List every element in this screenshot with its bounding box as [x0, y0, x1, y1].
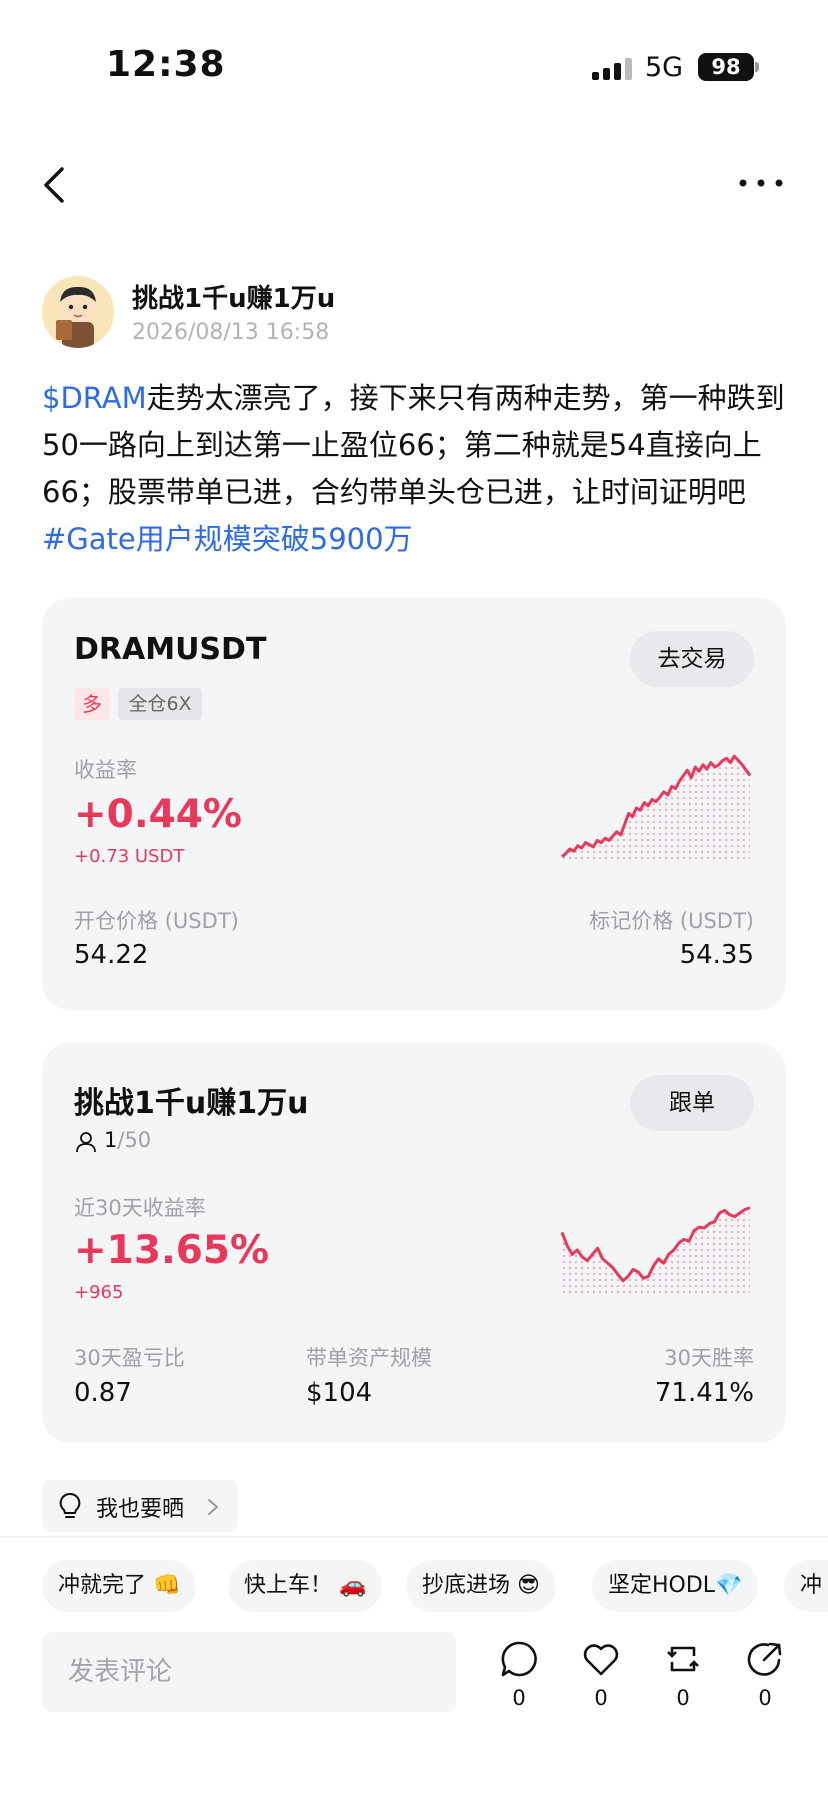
mark-price-label: 标记价格 (USDT)	[589, 909, 754, 933]
user-icon	[76, 1132, 96, 1153]
hashtag-link[interactable]: #Gate用户规模突破5900万	[42, 522, 413, 556]
mark-price: 54.35	[679, 940, 754, 970]
stat-label-pnl-ratio: 30天盈亏比	[74, 1346, 185, 1370]
side-badge: 多	[74, 688, 110, 720]
quick-reply-chip[interactable]: 抄底进场 😎	[406, 1560, 556, 1612]
stat-label-win-rate: 30天胜率	[664, 1346, 754, 1370]
comment-count: 0	[512, 1686, 526, 1710]
share-label: 我也要晒	[96, 1497, 185, 1522]
share-count: 0	[758, 1686, 772, 1710]
quick-reply-chip[interactable]: 快上车！ 🚗	[228, 1560, 383, 1612]
pnl-amount: +0.73 USDT	[74, 846, 185, 867]
entry-price: 54.22	[74, 940, 149, 970]
pnl-rate-label: 收益率	[74, 758, 137, 782]
author-name[interactable]: 挑战1千u赚1万u	[132, 278, 335, 315]
divider	[0, 1536, 828, 1538]
position-sparkline	[561, 754, 752, 862]
repost-count: 0	[676, 1686, 690, 1710]
follower-capacity: /50	[117, 1128, 152, 1152]
trade-button[interactable]: 去交易	[630, 631, 754, 687]
profit-value: +965	[74, 1282, 124, 1303]
repost-icon[interactable]	[664, 1640, 702, 1678]
more-icon[interactable]	[738, 178, 784, 188]
post-body: $DRAM走势太漂亮了，接下来只有两种走势，第一种跌到50一路向上到达第一止盈位…	[42, 375, 794, 563]
quick-reply-chip[interactable]: 坚定HODL💎	[592, 1560, 759, 1612]
roi-label: 近30天收益率	[74, 1196, 206, 1220]
heart-icon[interactable]	[582, 1640, 620, 1678]
battery-tip	[755, 62, 759, 72]
margin-mode-badge: 全仓6X	[118, 688, 202, 720]
ticker-link[interactable]: $DRAM	[42, 381, 147, 415]
stat-value-aum: $104	[306, 1378, 373, 1408]
post-date: 2026/08/13 16:58	[132, 320, 330, 345]
quick-reply-chip[interactable]: 冲	[784, 1560, 828, 1612]
follower-count-value: 1	[104, 1128, 118, 1152]
follower-count: 1/50	[104, 1128, 151, 1152]
stat-value-pnl-ratio: 0.87	[74, 1378, 132, 1408]
chevron-right-icon	[208, 1499, 218, 1515]
roi-value: +13.65%	[74, 1228, 270, 1273]
copy-trade-title: 挑战1千u赚1万u	[74, 1086, 309, 1121]
entry-price-label: 开仓价格 (USDT)	[74, 909, 239, 933]
battery-indicator: 98	[698, 53, 754, 81]
post-body-text: 走势太漂亮了，接下来只有两种走势，第一种跌到50一路向上到达第一止盈位66；第二…	[42, 381, 785, 509]
back-icon[interactable]	[40, 165, 70, 205]
comment-input[interactable]: 发表评论	[42, 1632, 456, 1712]
position-symbol: DRAMUSDT	[74, 632, 267, 667]
stat-value-win-rate: 71.41%	[654, 1378, 754, 1408]
signal-icon	[592, 58, 632, 80]
avatar[interactable]	[42, 276, 114, 348]
pnl-rate: +0.44%	[74, 792, 242, 837]
comment-icon[interactable]	[500, 1640, 538, 1678]
roi-sparkline-area	[562, 1207, 750, 1294]
network-label: 5G	[645, 52, 684, 83]
share-icon[interactable]	[746, 1640, 784, 1678]
status-time: 12:38	[106, 44, 226, 85]
follow-button[interactable]: 跟单	[630, 1075, 754, 1131]
like-count: 0	[594, 1686, 608, 1710]
lightbulb-icon	[59, 1492, 81, 1518]
quick-reply-chip[interactable]: 冲就完了 👊	[42, 1560, 197, 1612]
avatar-illustration	[42, 276, 114, 348]
stat-label-aum: 带单资产规模	[306, 1346, 432, 1370]
roi-sparkline	[560, 1206, 751, 1294]
